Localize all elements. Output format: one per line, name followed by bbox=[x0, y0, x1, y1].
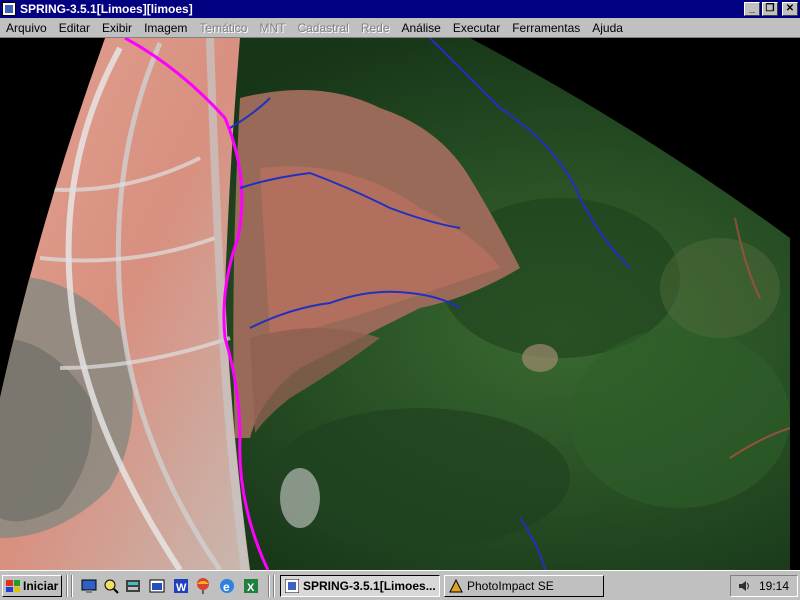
task-label: SPRING-3.5.1[Limoes... bbox=[303, 579, 436, 593]
minimize-button[interactable]: _ bbox=[744, 2, 760, 16]
menu-imagem[interactable]: Imagem bbox=[138, 21, 193, 35]
system-tray: 19:14 bbox=[730, 575, 798, 597]
menu-analise[interactable]: Análise bbox=[396, 21, 447, 35]
explorer-icon[interactable] bbox=[102, 577, 120, 595]
taskbar-separator bbox=[71, 575, 73, 597]
word-icon[interactable]: W bbox=[172, 577, 190, 595]
photoimpact-icon bbox=[449, 579, 463, 593]
menu-bar: Arquivo Editar Exibir Imagem Temático MN… bbox=[0, 18, 800, 38]
svg-text:W: W bbox=[176, 582, 187, 594]
restore-button[interactable]: ❐ bbox=[762, 2, 778, 16]
taskbar-separator bbox=[268, 575, 270, 597]
menu-mnt[interactable]: MNT bbox=[253, 21, 291, 35]
taskbar: Iniciar W e X SPRING-3.5.1[Limoes... Pho… bbox=[0, 570, 800, 600]
svg-text:e: e bbox=[223, 580, 230, 594]
menu-cadastral[interactable]: Cadastral bbox=[291, 21, 354, 35]
restore-icon: ❐ bbox=[765, 3, 775, 14]
minimize-icon: _ bbox=[749, 3, 755, 14]
aerial-image bbox=[0, 38, 790, 570]
excel-icon[interactable]: X bbox=[242, 577, 260, 595]
close-button[interactable]: ✕ bbox=[782, 2, 798, 16]
start-button[interactable]: Iniciar bbox=[2, 575, 62, 597]
menu-rede[interactable]: Rede bbox=[355, 21, 396, 35]
menu-executar[interactable]: Executar bbox=[447, 21, 506, 35]
menu-editar[interactable]: Editar bbox=[53, 21, 96, 35]
windows-logo-icon bbox=[6, 580, 20, 592]
speaker-icon[interactable] bbox=[737, 579, 751, 593]
calculator-icon[interactable] bbox=[124, 577, 142, 595]
spring-app-icon[interactable] bbox=[2, 2, 16, 16]
internet-explorer-icon[interactable]: e bbox=[218, 577, 236, 595]
task-spring[interactable]: SPRING-3.5.1[Limoes... bbox=[280, 575, 440, 597]
svg-text:X: X bbox=[247, 582, 255, 594]
desktop-icon[interactable] bbox=[80, 577, 98, 595]
title-bar[interactable]: SPRING-3.5.1[Limoes][limoes] _ ❐ ✕ bbox=[0, 0, 800, 18]
menu-exibir[interactable]: Exibir bbox=[96, 21, 138, 35]
start-label: Iniciar bbox=[23, 579, 59, 593]
window-title: SPRING-3.5.1[Limoes][limoes] bbox=[20, 2, 193, 16]
close-icon: ✕ bbox=[785, 3, 795, 14]
balloon-icon[interactable] bbox=[194, 577, 212, 595]
taskbar-separator bbox=[273, 575, 275, 597]
app-icon[interactable] bbox=[148, 577, 166, 595]
taskbar-separator bbox=[66, 575, 68, 597]
menu-ajuda[interactable]: Ajuda bbox=[586, 21, 629, 35]
menu-arquivo[interactable]: Arquivo bbox=[0, 21, 53, 35]
spring-app-icon bbox=[285, 579, 299, 593]
task-photoimpact[interactable]: PhotoImpact SE bbox=[444, 575, 604, 597]
task-label: PhotoImpact SE bbox=[467, 579, 554, 593]
map-canvas[interactable] bbox=[0, 38, 800, 570]
menu-ferramentas[interactable]: Ferramentas bbox=[506, 21, 586, 35]
clock[interactable]: 19:14 bbox=[759, 579, 789, 593]
menu-tematico[interactable]: Temático bbox=[193, 21, 253, 35]
